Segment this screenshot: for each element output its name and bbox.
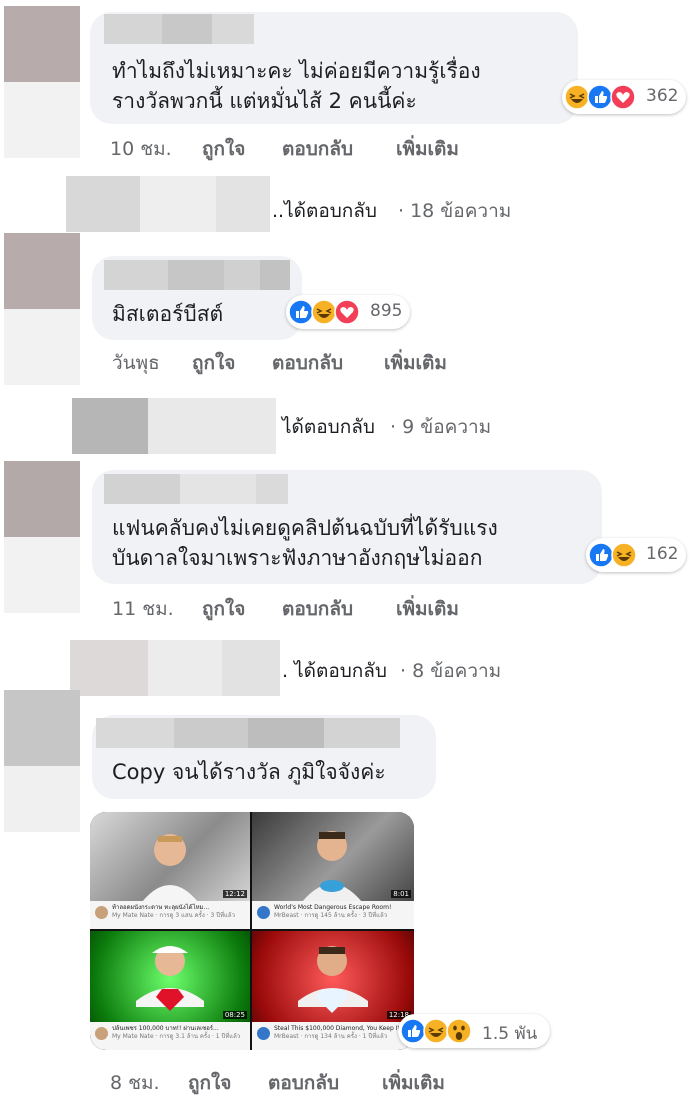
reaction-count: 362 <box>646 86 679 106</box>
avatar[interactable] <box>4 6 80 82</box>
avatar[interactable] <box>4 690 80 766</box>
avatar[interactable] <box>4 233 80 309</box>
comment-timestamp[interactable]: 10 ชม. <box>110 134 172 164</box>
video-thumbnail: 8:01 World's Most Dangerous Escape Room!… <box>252 812 414 929</box>
video-meta: MrBeast · การดู 145 ล้าน ครั้ง · 3 ปีที่… <box>274 912 388 919</box>
like-button[interactable]: ถูกใจ <box>202 594 245 624</box>
person-thumbnail-icon <box>298 946 368 1013</box>
video-meta: My Mate Nate · การดู 3.1 ล้าน ครั้ง · 1 … <box>112 1033 241 1040</box>
video-thumbnail: 12:18 Steal This $100,000 Diamond, You K… <box>252 931 414 1050</box>
replies-label[interactable]: ..ได้ตอบกลับ <box>272 196 377 226</box>
replies-count[interactable]: · 9 ข้อความ <box>390 412 491 442</box>
more-button[interactable]: เพิ่มเติม <box>396 594 459 624</box>
like-button[interactable]: ถูกใจ <box>188 1068 231 1098</box>
video-caption: Steal This $100,000 Diamond, You Keep It… <box>252 1022 414 1050</box>
more-button[interactable]: เพิ่มเติม <box>384 348 447 378</box>
commenter-name-redacted[interactable] <box>96 718 400 748</box>
person-thumbnail-icon <box>302 831 362 902</box>
like-button[interactable]: ถูกใจ <box>192 348 235 378</box>
replier-avatars-redacted <box>70 640 280 696</box>
replier-avatars-redacted <box>66 176 270 232</box>
commenter-name-redacted[interactable] <box>104 14 254 44</box>
reaction-summary[interactable]: 895 <box>286 295 410 329</box>
comment-text: รางวัลพวกนี้ แต่หมั่นไส้ 2 คนนี้ค่ะ <box>112 89 417 113</box>
comment-text: บันดาลใจมาเพราะฟังภาษาอังกฤษไม่ออก <box>112 546 483 570</box>
replier-avatars-redacted <box>72 398 276 454</box>
image-attachment[interactable]: 12:12 ท้าลอดผนังกระดาษ ทะลุผนังได้ไหม...… <box>90 812 414 1050</box>
channel-avatar <box>257 906 270 919</box>
avatar-shadow <box>4 82 80 158</box>
person-thumbnail-icon <box>136 946 204 1011</box>
comment-text: ทำไมถึงไม่เหมาะคะ ไม่ค่อยมีความรู้เรื่อง <box>112 59 481 83</box>
video-duration: 8:01 <box>391 890 411 898</box>
reply-button[interactable]: ตอบกลับ <box>282 594 353 624</box>
video-thumbnail: 08:25 ปล้นเพชร 100,000 บาท!! ผ่านเลเซอร์… <box>90 931 250 1050</box>
video-caption: ท้าลอดผนังกระดาษ ทะลุผนังได้ไหม... My Ma… <box>90 901 250 929</box>
like-button[interactable]: ถูกใจ <box>202 134 245 164</box>
video-caption: World's Most Dangerous Escape Room! MrBe… <box>252 901 414 929</box>
video-title: ปล้นเพชร 100,000 บาท!! ผ่านเลเซอร์... <box>112 1025 219 1032</box>
comment-timestamp[interactable]: 8 ชม. <box>110 1068 160 1098</box>
video-title: ท้าลอดผนังกระดาษ ทะลุผนังได้ไหม... <box>112 904 210 911</box>
person-thumbnail-icon <box>142 834 198 902</box>
video-title: Steal This $100,000 Diamond, You Keep It <box>274 1025 400 1032</box>
reply-button[interactable]: ตอบกลับ <box>282 134 353 164</box>
reaction-count: 1.5 พัน <box>482 1024 538 1044</box>
comment-timestamp[interactable]: 11 ชม. <box>112 594 174 624</box>
replies-count[interactable]: · 8 ข้อความ <box>400 656 501 686</box>
wow-reaction-icon <box>446 1018 472 1044</box>
commenter-name-redacted[interactable] <box>104 474 288 504</box>
avatar-shadow <box>4 537 80 613</box>
video-duration: 08:25 <box>222 1011 247 1019</box>
replies-label[interactable]: ได้ตอบกลับ <box>282 412 375 442</box>
video-thumbnail: 12:12 ท้าลอดผนังกระดาษ ทะลุผนังได้ไหม...… <box>90 812 250 929</box>
video-caption: ปล้นเพชร 100,000 บาท!! ผ่านเลเซอร์... My… <box>90 1022 250 1050</box>
replies-label[interactable]: . ได้ตอบกลับ <box>282 656 387 686</box>
video-duration: 12:12 <box>222 890 247 898</box>
comment-text: แฟนคลับคงไม่เคยดูคลิปต้นฉบับที่ได้รับแรง <box>112 516 498 540</box>
reaction-summary[interactable]: 1.5 พัน <box>398 1014 550 1048</box>
channel-avatar <box>95 906 108 919</box>
comment-text: มิสเตอร์บีสต์ <box>112 302 224 326</box>
reaction-summary[interactable]: 162 <box>586 538 686 572</box>
replies-count[interactable]: · 18 ข้อความ <box>398 196 511 226</box>
love-reaction-icon <box>334 299 360 325</box>
reaction-summary[interactable]: 362 <box>562 80 686 114</box>
love-reaction-icon <box>610 84 636 110</box>
avatar[interactable] <box>4 461 80 537</box>
more-button[interactable]: เพิ่มเติม <box>382 1068 445 1098</box>
video-meta: MrBeast · การดู 134 ล้าน ครั้ง · 1 ปีที่… <box>274 1033 388 1040</box>
channel-avatar <box>257 1027 270 1040</box>
avatar-shadow <box>4 766 80 832</box>
reaction-count: 162 <box>646 544 679 564</box>
comment-text: Copy จนได้รางวัล ภูมิใจจังค่ะ <box>112 760 386 784</box>
channel-avatar <box>95 1027 108 1040</box>
video-meta: My Mate Nate · การดู 3 แสน ครั้ง · 3 ปีท… <box>112 912 235 919</box>
reply-button[interactable]: ตอบกลับ <box>268 1068 339 1098</box>
more-button[interactable]: เพิ่มเติม <box>396 134 459 164</box>
comment-timestamp[interactable]: วันพุธ <box>112 348 160 378</box>
haha-reaction-icon <box>611 542 637 568</box>
reply-button[interactable]: ตอบกลับ <box>272 348 343 378</box>
video-title: World's Most Dangerous Escape Room! <box>274 904 392 911</box>
commenter-name-redacted[interactable] <box>104 260 290 290</box>
avatar-shadow <box>4 309 80 385</box>
reaction-count: 895 <box>370 301 403 321</box>
